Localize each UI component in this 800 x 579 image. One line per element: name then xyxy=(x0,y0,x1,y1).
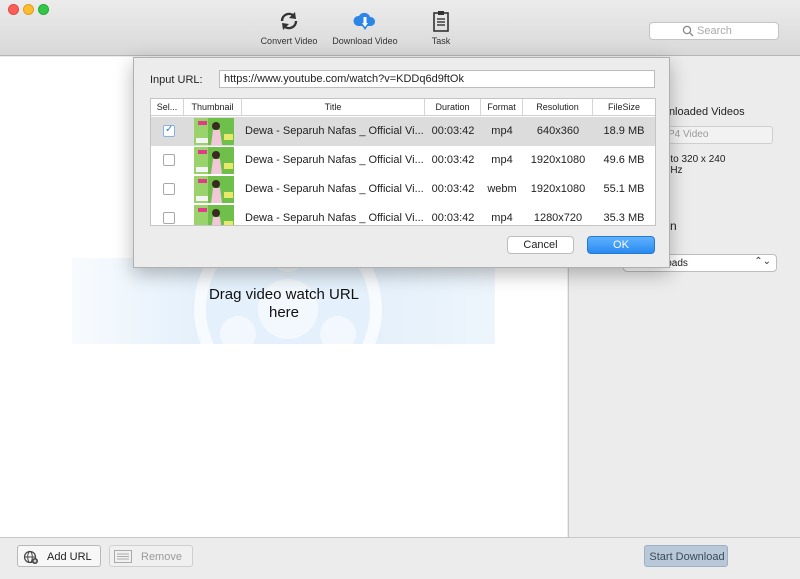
duration-cell: 00:03:42 xyxy=(431,212,475,224)
start-download-button[interactable]: Start Download xyxy=(644,545,728,567)
drop-text-line2: here xyxy=(268,304,300,321)
column-filesize[interactable]: FileSize xyxy=(593,99,655,116)
cloud-download-icon xyxy=(353,12,376,30)
filesize-cell: 55.1 MB xyxy=(603,183,645,195)
format-cell: mp4 xyxy=(491,125,513,137)
format-cell: mp4 xyxy=(491,154,513,166)
select-checkbox[interactable] xyxy=(163,154,175,166)
cancel-label: Cancel xyxy=(523,239,558,251)
title-cell: Dewa - Separuh Nafas _ Official Vi... xyxy=(245,154,424,166)
input-url-field[interactable]: https://www.youtube.com/watch?v=KDDq6d9f… xyxy=(219,70,655,88)
remove-button[interactable]: Remove xyxy=(109,545,193,567)
column-select[interactable]: Sel... xyxy=(151,99,184,116)
chevron-updown-icon: ⌃⌄ xyxy=(754,256,771,267)
video-thumbnail xyxy=(194,147,234,174)
filesize-cell: 35.3 MB xyxy=(603,212,645,224)
resolution-info: p to 320 x 240 xyxy=(662,154,726,165)
resolution-cell: 1920x1080 xyxy=(530,183,586,195)
duration-cell: 00:03:42 xyxy=(431,183,475,195)
column-resolution[interactable]: Resolution xyxy=(523,99,593,116)
table-row[interactable]: Dewa - Separuh Nafas _ Official Vi... 00:… xyxy=(151,117,655,146)
close-window-button[interactable] xyxy=(8,4,19,15)
clipboard-icon xyxy=(433,11,449,32)
select-checkbox[interactable] xyxy=(163,183,175,195)
select-checkbox[interactable] xyxy=(163,124,175,137)
toolbar: Convert Video Download Video Task Search xyxy=(0,0,800,56)
column-duration[interactable]: Duration xyxy=(425,99,481,116)
globe-add-icon xyxy=(23,550,38,564)
download-video-label: Download Video xyxy=(332,36,398,46)
resolution-cell: 640x360 xyxy=(536,125,580,137)
table-header: Sel... Thumbnail Title Duration Format R… xyxy=(151,99,655,116)
cancel-button[interactable]: Cancel xyxy=(507,236,574,254)
search-placeholder: Search xyxy=(697,25,732,37)
resolution-cell: 1920x1080 xyxy=(530,154,586,166)
start-download-label: Start Download xyxy=(649,551,725,563)
search-input[interactable]: Search xyxy=(649,22,779,40)
ok-button[interactable]: OK xyxy=(587,236,655,254)
column-format[interactable]: Format xyxy=(481,99,523,116)
convert-video-label: Convert Video xyxy=(260,36,318,46)
format-cell: webm xyxy=(487,183,517,195)
drop-text-line1: Drag video watch URL xyxy=(208,286,360,303)
input-url-label: Input URL: xyxy=(150,74,203,86)
output-format-label: P4 Video xyxy=(668,129,709,140)
video-thumbnail xyxy=(194,118,234,145)
title-cell: Dewa - Separuh Nafas _ Official Vi... xyxy=(245,212,424,224)
minimize-window-button[interactable] xyxy=(23,4,34,15)
duration-cell: 00:03:42 xyxy=(431,154,475,166)
video-thumbnail xyxy=(194,205,234,225)
maximize-window-button[interactable] xyxy=(38,4,49,15)
table-row[interactable]: Dewa - Separuh Nafas _ Official Vi... 00:… xyxy=(151,175,655,204)
drop-instruction: Drag video watch URL here xyxy=(184,286,384,322)
table-row[interactable]: Dewa - Separuh Nafas _ Official Vi... 00:… xyxy=(151,146,655,175)
video-thumbnail xyxy=(194,176,234,203)
filesize-cell: 49.6 MB xyxy=(603,154,645,166)
output-section-label: n xyxy=(670,219,677,233)
select-checkbox[interactable] xyxy=(163,212,175,224)
remove-label: Remove xyxy=(141,551,182,563)
add-url-label: Add URL xyxy=(47,551,92,563)
duration-cell: 00:03:42 xyxy=(431,125,475,137)
task-label: Task xyxy=(431,36,451,46)
add-url-button[interactable]: Add URL xyxy=(17,545,101,567)
convert-video-tool[interactable]: Convert Video xyxy=(259,10,319,46)
table-row[interactable]: Dewa - Separuh Nafas _ Official Vi... 00:… xyxy=(151,204,655,225)
filesize-cell: 18.9 MB xyxy=(603,125,645,137)
task-tool[interactable]: Task xyxy=(421,10,461,46)
downloaded-videos-label: wnloaded Videos xyxy=(661,106,745,118)
column-thumbnail[interactable]: Thumbnail xyxy=(184,99,242,116)
ok-label: OK xyxy=(613,239,629,251)
video-format-table: Sel... Thumbnail Title Duration Format R… xyxy=(150,98,656,226)
title-cell: Dewa - Separuh Nafas _ Official Vi... xyxy=(245,125,424,137)
title-cell: Dewa - Separuh Nafas _ Official Vi... xyxy=(245,183,424,195)
search-icon xyxy=(682,25,694,37)
column-title[interactable]: Title xyxy=(242,99,425,116)
refresh-icon xyxy=(280,12,298,30)
list-remove-icon xyxy=(114,550,132,563)
url-dialog: Input URL: https://www.youtube.com/watch… xyxy=(133,57,670,268)
resolution-cell: 1280x720 xyxy=(533,212,583,224)
format-cell: mp4 xyxy=(491,212,513,224)
download-video-tool[interactable]: Download Video xyxy=(331,10,399,46)
output-format-button[interactable]: P4 Video xyxy=(653,126,773,144)
